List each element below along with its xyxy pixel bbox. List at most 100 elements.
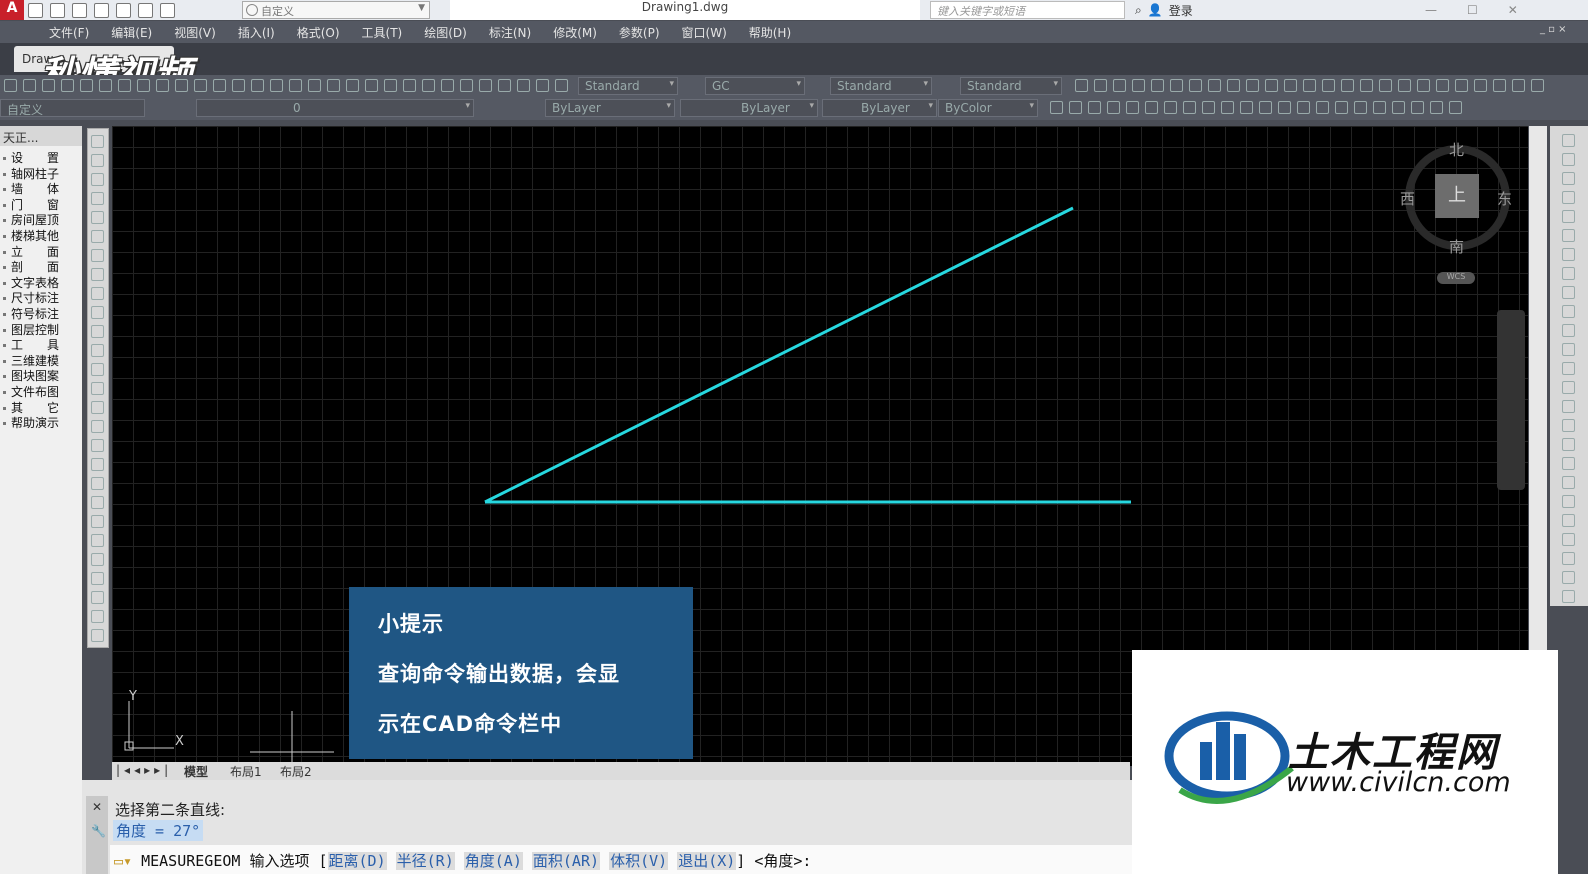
- modify-tool-icon[interactable]: [1562, 457, 1575, 470]
- viewcube-top-face[interactable]: 上: [1435, 174, 1479, 218]
- toolbar-tool-icon[interactable]: [213, 79, 226, 92]
- toolbar-tool-icon[interactable]: [1354, 101, 1367, 114]
- modify-tool-icon[interactable]: [1562, 381, 1575, 394]
- print-icon[interactable]: [116, 2, 131, 18]
- toolbar-tool-icon[interactable]: [1474, 79, 1487, 92]
- toolbar-tool-icon[interactable]: [346, 79, 359, 92]
- toolbar-tool-icon[interactable]: [23, 79, 36, 92]
- modify-toolbar[interactable]: [1550, 126, 1588, 606]
- modify-tool-icon[interactable]: [1562, 248, 1575, 261]
- plotstyle-combo[interactable]: ByColor ▾: [938, 99, 1038, 117]
- toolbar-tool-icon[interactable]: [156, 79, 169, 92]
- toolbar-tool-icon[interactable]: [308, 79, 321, 92]
- draw-tool-icon[interactable]: [91, 553, 104, 566]
- compass-north[interactable]: 北: [1449, 139, 1464, 160]
- modify-tool-icon[interactable]: [1562, 343, 1575, 356]
- search-input[interactable]: 键入关键字或短语: [930, 1, 1125, 19]
- draw-tool-icon[interactable]: [91, 534, 104, 547]
- compass-west[interactable]: 西: [1400, 188, 1415, 209]
- toolbar-tool-icon[interactable]: [1164, 101, 1177, 114]
- option-radius[interactable]: 半径(R): [395, 852, 455, 870]
- modify-tool-icon[interactable]: [1562, 476, 1575, 489]
- draw-tool-icon[interactable]: [91, 439, 104, 452]
- palette-item[interactable]: 尺寸标注: [0, 291, 82, 306]
- tab-nav-arrows[interactable]: |◂◂▸▸|: [116, 763, 172, 777]
- toolbar-tool-icon[interactable]: [479, 79, 492, 92]
- palette-item[interactable]: 墙 体: [0, 182, 82, 197]
- toolbar-tool-icon[interactable]: [1322, 79, 1335, 92]
- toolbar-tool-icon[interactable]: [1493, 79, 1506, 92]
- toolbar-tool-icon[interactable]: [99, 79, 112, 92]
- palette-item[interactable]: 其 它: [0, 401, 82, 416]
- tab-layout1[interactable]: 布局1: [230, 763, 262, 780]
- palette-item[interactable]: 房间屋顶: [0, 213, 82, 228]
- draw-tool-icon[interactable]: [91, 591, 104, 604]
- toolbar-tool-icon[interactable]: [1259, 101, 1272, 114]
- toolbar-tool-icon[interactable]: [1113, 79, 1126, 92]
- menu-item[interactable]: 编辑(E): [100, 24, 163, 41]
- menu-item[interactable]: 文件(F): [38, 24, 100, 41]
- toolbar-tool-icon[interactable]: [1069, 101, 1082, 114]
- command-icon[interactable]: ▭▾: [114, 852, 132, 870]
- toolbar-tool-icon[interactable]: [232, 79, 245, 92]
- modify-tool-icon[interactable]: [1562, 514, 1575, 527]
- toolbar-tool-icon[interactable]: [1145, 101, 1158, 114]
- compass-south[interactable]: 南: [1449, 236, 1464, 257]
- toolbar-tool-icon[interactable]: [517, 79, 530, 92]
- save-as-icon[interactable]: [94, 2, 109, 18]
- palette-item[interactable]: 文字表格: [0, 276, 82, 291]
- modify-tool-icon[interactable]: [1562, 495, 1575, 508]
- toolbar-tool-icon[interactable]: [403, 79, 416, 92]
- app-logo-icon[interactable]: A: [0, 0, 24, 20]
- first-line[interactable]: [484, 206, 1074, 504]
- toolbar-tool-icon[interactable]: [1151, 79, 1164, 92]
- modify-tool-icon[interactable]: [1562, 438, 1575, 451]
- toolbar-tool-icon[interactable]: [1455, 79, 1468, 92]
- toolbar-tool-icon[interactable]: [1132, 79, 1145, 92]
- toolbar-tool-icon[interactable]: [1088, 101, 1101, 114]
- modify-tool-icon[interactable]: [1562, 305, 1575, 318]
- menu-item[interactable]: 帮助(H): [738, 24, 802, 41]
- draw-tool-icon[interactable]: [91, 268, 104, 281]
- toolbar-tool-icon[interactable]: [1392, 101, 1405, 114]
- menu-item[interactable]: 修改(M): [542, 24, 608, 41]
- toolbar-tool-icon[interactable]: [1341, 79, 1354, 92]
- tab-layout2[interactable]: 布局2: [280, 763, 312, 780]
- draw-tool-icon[interactable]: [91, 249, 104, 262]
- toolbar-tool-icon[interactable]: [1246, 79, 1259, 92]
- toolbar-tool-icon[interactable]: [1316, 101, 1329, 114]
- toolbar-tool-icon[interactable]: [1531, 79, 1544, 92]
- draw-tool-icon[interactable]: [91, 458, 104, 471]
- draw-toolbar[interactable]: [87, 128, 109, 648]
- modify-tool-icon[interactable]: [1562, 533, 1575, 546]
- new-icon[interactable]: [28, 2, 43, 18]
- draw-tool-icon[interactable]: [91, 344, 104, 357]
- toolbar-tool-icon[interactable]: [251, 79, 264, 92]
- toolbar-tool-icon[interactable]: [1335, 101, 1348, 114]
- close-icon[interactable]: ✕: [92, 800, 102, 814]
- modify-tool-icon[interactable]: [1562, 324, 1575, 337]
- draw-tool-icon[interactable]: [91, 211, 104, 224]
- toolbar-tool-icon[interactable]: [1170, 79, 1183, 92]
- draw-tool-icon[interactable]: [91, 173, 104, 186]
- toolbar-tool-icon[interactable]: [1411, 101, 1424, 114]
- compass-east[interactable]: 东: [1497, 188, 1512, 209]
- undo-icon[interactable]: [138, 2, 153, 18]
- toolbar-tool-icon[interactable]: [80, 79, 93, 92]
- draw-tool-icon[interactable]: [91, 306, 104, 319]
- tab-model[interactable]: 模型: [184, 763, 208, 780]
- toolbar-tool-icon[interactable]: [4, 79, 17, 92]
- linetype-combo[interactable]: ByLayer ▾: [680, 99, 818, 117]
- toolbar-tool-icon[interactable]: [1107, 101, 1120, 114]
- wcs-menu[interactable]: WCS: [1437, 272, 1475, 284]
- modify-tool-icon[interactable]: [1562, 229, 1575, 242]
- toolbar-tool-icon[interactable]: [384, 79, 397, 92]
- toolbar-tool-icon[interactable]: [536, 79, 549, 92]
- option-volume[interactable]: 体积(V): [609, 852, 669, 870]
- redo-icon[interactable]: [160, 2, 175, 18]
- draw-tool-icon[interactable]: [91, 401, 104, 414]
- toolbar-tool-icon[interactable]: [365, 79, 378, 92]
- modify-tool-icon[interactable]: [1562, 153, 1575, 166]
- toolbar-tool-icon[interactable]: [460, 79, 473, 92]
- palette-item[interactable]: 符号标注: [0, 307, 82, 322]
